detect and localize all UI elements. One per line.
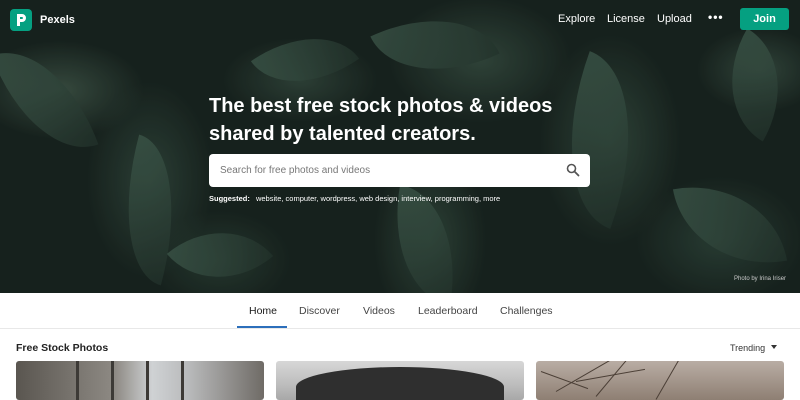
tab-challenges[interactable]: Challenges — [500, 305, 553, 317]
sort-dropdown[interactable]: Trending — [730, 343, 765, 353]
search-icon[interactable] — [566, 163, 580, 177]
tab-discover[interactable]: Discover — [299, 305, 340, 317]
main-tabs: Home Discover Videos Leaderboard Challen… — [0, 293, 800, 329]
chevron-down-icon[interactable] — [771, 345, 777, 349]
active-tab-indicator — [237, 326, 287, 328]
tab-videos[interactable]: Videos — [363, 305, 395, 317]
photo-card-window[interactable] — [16, 361, 264, 400]
join-button[interactable]: Join — [740, 8, 789, 30]
hero-headline: The best free stock photos & videos shar… — [209, 92, 609, 148]
tab-leaderboard[interactable]: Leaderboard — [418, 305, 478, 317]
tab-home[interactable]: Home — [249, 305, 277, 317]
hero-banner: Pexels Explore License Upload ••• Join T… — [0, 0, 800, 293]
search-placeholder: Search for free photos and videos — [220, 165, 371, 176]
suggested-label: Suggested: — [209, 194, 250, 203]
pexels-logo-icon — [10, 9, 32, 31]
suggested-terms[interactable]: website, computer, wordpress, web design… — [256, 194, 500, 203]
more-menu-icon[interactable]: ••• — [708, 10, 724, 24]
nav-upload[interactable]: Upload — [657, 13, 692, 25]
section-title: Free Stock Photos — [16, 342, 109, 354]
photo-card-hat[interactable] — [276, 361, 524, 400]
headline-line-1: The best free stock photos & videos — [209, 95, 553, 117]
pexels-logo[interactable]: Pexels — [10, 9, 75, 31]
nav-explore[interactable]: Explore — [558, 13, 595, 25]
photo-credit[interactable]: Photo by Irina Iriser — [734, 276, 786, 282]
brand-name: Pexels — [40, 14, 75, 26]
search-input[interactable]: Search for free photos and videos — [209, 154, 590, 187]
suggested-searches: Suggested: website, computer, wordpress,… — [209, 194, 500, 203]
top-navigation: Pexels Explore License Upload ••• Join — [0, 0, 800, 40]
nav-license[interactable]: License — [607, 13, 645, 25]
headline-line-2: shared by talented creators. — [209, 123, 476, 145]
photo-card-branches[interactable] — [536, 361, 784, 400]
